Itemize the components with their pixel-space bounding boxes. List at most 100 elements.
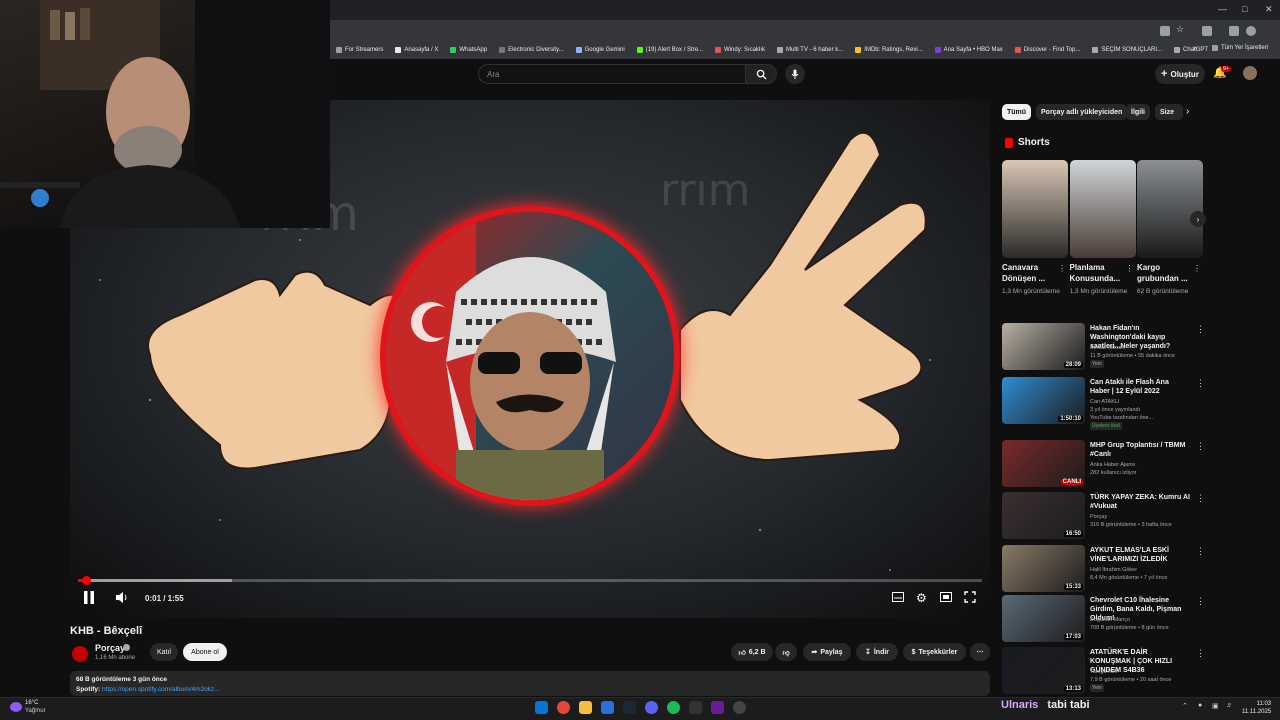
install-icon[interactable]	[1160, 26, 1170, 36]
filter-chip[interactable]: Size	[1155, 104, 1183, 120]
discord-icon[interactable]	[645, 701, 658, 714]
subtitles-button[interactable]	[892, 591, 904, 605]
channel-name[interactable]: Can ATAKLI	[1090, 398, 1200, 406]
recommendation-more-icon[interactable]: ⋮	[1196, 441, 1205, 452]
minimize-icon[interactable]: —	[1218, 4, 1227, 14]
recommendation-thumbnail[interactable]: 17:03	[1002, 595, 1085, 642]
recommendation-thumbnail[interactable]: 16:50	[1002, 492, 1085, 539]
bookmark-item[interactable]: ChatGPT	[1168, 47, 1214, 53]
maximize-icon[interactable]: □	[1242, 4, 1247, 14]
bookmark-item[interactable]: Multi TV - 6 haber k...	[771, 47, 849, 53]
recommendation-more-icon[interactable]: ⋮	[1196, 596, 1205, 607]
filter-chip[interactable]: İlgili	[1126, 104, 1150, 120]
create-button[interactable]: + Oluştur	[1155, 64, 1205, 84]
short-more-icon[interactable]: ⋮	[1058, 264, 1066, 273]
bookmark-item[interactable]: Google Gemini	[570, 47, 631, 53]
recommendation-thumbnail[interactable]: 15:33	[1002, 545, 1085, 592]
steam-icon[interactable]	[623, 701, 636, 714]
avatar[interactable]	[1243, 66, 1257, 80]
subscribe-button[interactable]: Abone ol	[183, 643, 227, 661]
close-icon[interactable]: ✕	[1265, 4, 1273, 15]
app-icon-1[interactable]	[601, 701, 614, 714]
recommendation-more-icon[interactable]: ⋮	[1196, 648, 1205, 659]
recommendation-title[interactable]: TÜRK YAPAY ZEKA: Kumru AI #Vukuat	[1090, 493, 1190, 511]
recommendation-more-icon[interactable]: ⋮	[1196, 546, 1205, 557]
star-icon[interactable]: ☆	[1176, 24, 1186, 34]
more-actions-button[interactable]: ⋯	[970, 643, 990, 661]
file-explorer-icon[interactable]	[579, 701, 592, 714]
bookmark-item[interactable]: Ana Sayfa • HBO Max	[929, 47, 1009, 53]
settings-button[interactable]: ⚙	[916, 591, 927, 605]
shorts-next-button[interactable]: ›	[1190, 211, 1206, 227]
all-bookmarks-button[interactable]: Tüm Yer İşaretleri	[1212, 45, 1268, 51]
system-clock[interactable]: 11:03 11.11.2025	[1242, 700, 1271, 716]
short-thumbnail[interactable]	[1137, 160, 1203, 258]
more-bookmarks-icon[interactable]: »	[1193, 45, 1197, 52]
channel-name[interactable]: Serdar Akinan	[1090, 344, 1200, 352]
channel-avatar[interactable]	[72, 646, 88, 662]
bookmark-item[interactable]: Anasayfa / X	[389, 47, 444, 53]
recommendation-more-icon[interactable]: ⋮	[1196, 378, 1205, 389]
bookmark-item[interactable]: Discover - Find Top...	[1009, 47, 1087, 53]
bookmark-item[interactable]: For Streamers	[330, 47, 389, 53]
short-title[interactable]: Planlama Konusunda...	[1070, 262, 1130, 284]
progress-scrubber[interactable]	[82, 576, 91, 585]
spotify-icon[interactable]	[667, 701, 680, 714]
chrome-icon[interactable]	[557, 701, 570, 714]
search-input[interactable]: Ara	[478, 64, 745, 84]
search-button[interactable]	[745, 64, 777, 84]
weather-icon[interactable]	[10, 702, 22, 712]
channel-name[interactable]: Porçay	[1090, 513, 1200, 521]
recommendation-thumbnail[interactable]: 13:13	[1002, 647, 1085, 694]
speaker-icon[interactable]: ♬	[1226, 702, 1233, 709]
obs-icon[interactable]	[733, 701, 746, 714]
short-title[interactable]: Kargo grubundan ...	[1137, 262, 1197, 284]
start-icon[interactable]	[535, 701, 548, 714]
tray-chevron-icon[interactable]: ⌃	[1182, 702, 1188, 710]
voice-search-button[interactable]	[785, 64, 805, 84]
bookmark-item[interactable]: Electronic Diversity...	[493, 47, 570, 53]
channel-name[interactable]: Doğukan Manço	[1090, 616, 1200, 624]
share-button[interactable]: ➦ Paylaş	[803, 643, 851, 661]
description-box[interactable]: 68 B görüntüleme 3 gün önce Spotify: htt…	[70, 671, 990, 696]
channel-name[interactable]: Halil İbrahim Göker	[1090, 566, 1200, 574]
chips-next-icon[interactable]: ›	[1186, 106, 1189, 117]
mic-tray-icon[interactable]: ●	[1198, 702, 1202, 709]
recommendation-thumbnail[interactable]: CANLI	[1002, 440, 1085, 487]
channel-name[interactable]: TamgaTürk	[1090, 668, 1200, 676]
download-button[interactable]: ↧ İndir	[856, 643, 898, 661]
channel-name[interactable]: Anka Haber Ajansı	[1090, 461, 1200, 469]
filter-chip[interactable]: Porçay adlı yükleyiciden	[1036, 104, 1128, 120]
short-title[interactable]: Canavara Dönüşen ...	[1002, 262, 1062, 284]
recommendation-thumbnail[interactable]: 28:09	[1002, 323, 1085, 370]
recommendation-title[interactable]: Can Ataklı ile Flash Ana Haber | 12 Eylü…	[1090, 378, 1190, 396]
spotify-link[interactable]: https://open.spotify.com/album/4m2okz...	[102, 686, 220, 693]
short-more-icon[interactable]: ⋮	[1126, 264, 1134, 273]
recommendation-title[interactable]: AYKUT ELMAS'LA ESKİ VİNE'LARIMIZI İZLEDİ…	[1090, 546, 1190, 564]
like-button[interactable]: 👍︎ 6,2 B	[731, 643, 773, 661]
bookmark-item[interactable]: IMDb: Ratings, Revi...	[849, 47, 928, 53]
profile-icon[interactable]	[1246, 26, 1256, 36]
bookmark-item[interactable]: (19) Alert Box / Stre...	[631, 47, 709, 53]
app-icon-2[interactable]	[711, 701, 724, 714]
filter-chip[interactable]: Tümü	[1002, 104, 1032, 120]
short-thumbnail[interactable]	[1002, 160, 1068, 258]
recommendation-thumbnail[interactable]: 1:50:10	[1002, 377, 1085, 424]
menu-icon[interactable]	[1229, 26, 1239, 36]
fullscreen-button[interactable]	[964, 591, 976, 606]
join-button[interactable]: Katıl	[150, 643, 178, 661]
recommendation-more-icon[interactable]: ⋮	[1196, 493, 1205, 504]
channel-name[interactable]: Porçay	[95, 643, 125, 653]
recommendation-title[interactable]: MHP Grup Toplantısı / TBMM #Canlı	[1090, 441, 1190, 459]
network-icon[interactable]: ▣	[1212, 702, 1219, 710]
recommendation-more-icon[interactable]: ⋮	[1196, 324, 1205, 335]
volume-button[interactable]	[115, 591, 129, 607]
short-thumbnail[interactable]	[1069, 160, 1136, 258]
bookmark-item[interactable]: WhatsApp	[444, 47, 493, 53]
theater-mode-button[interactable]	[940, 591, 952, 605]
epic-games-icon[interactable]	[689, 701, 702, 714]
bookmark-item[interactable]: SEÇİM SONUÇLARI...	[1086, 47, 1168, 53]
pause-button[interactable]	[83, 591, 95, 607]
dislike-button[interactable]: 👎︎	[775, 643, 797, 661]
short-more-icon[interactable]: ⋮	[1193, 264, 1201, 273]
